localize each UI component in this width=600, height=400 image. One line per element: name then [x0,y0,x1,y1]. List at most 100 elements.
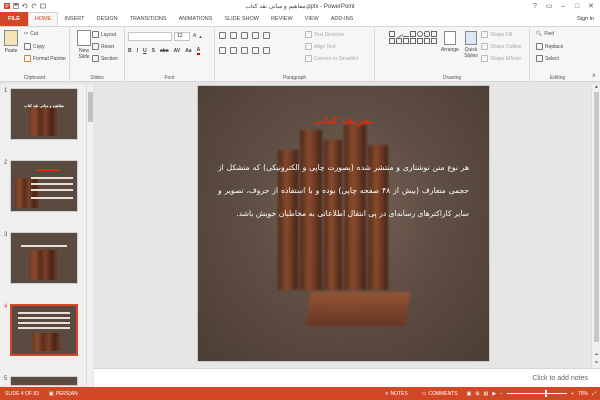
font-size-select[interactable]: 12 [174,32,190,41]
minimize-button[interactable]: – [556,0,570,12]
help-icon[interactable]: ? [528,0,542,12]
strikethrough-button[interactable]: abc [160,48,169,54]
thumbnail-slide-1[interactable]: مفاهیم و مبانی نقد کتاب [10,88,78,140]
line-spacing-icon[interactable] [263,32,270,39]
zoom-slider[interactable] [507,390,568,397]
shape-rounded-rect-icon[interactable] [424,31,430,37]
comments-toggle-button[interactable]: ▭ COMMENTS [417,391,463,397]
text-direction-button[interactable]: Text Direction [305,31,344,38]
tab-file[interactable]: FILE [0,12,28,26]
shape-arrow-icon[interactable] [389,38,395,44]
italic-button[interactable]: I [137,48,138,54]
find-button[interactable]: 🔍︎ Find [536,31,554,37]
shape-line-icon[interactable] [394,29,404,39]
reading-view-icon[interactable]: ▤ [484,391,489,397]
tab-slide-show[interactable]: SLIDE SHOW [218,12,265,26]
change-case-button[interactable]: Aa [185,48,191,54]
shape-outline-button[interactable]: Shape Outline [481,43,522,50]
shape-curve-icon[interactable] [424,38,430,44]
justify-icon[interactable] [252,47,259,54]
format-painter-button[interactable]: Format Painter [24,55,66,62]
align-center-icon[interactable] [230,47,237,54]
zoom-out-icon[interactable]: − [500,391,503,397]
reset-button[interactable]: Reset [92,43,114,50]
sign-in-link[interactable]: Sign in [577,12,600,26]
notes-toggle-button[interactable]: ≡ NOTES [381,391,413,397]
cut-button[interactable]: ✂ Cut [24,31,38,37]
layout-button[interactable]: Layout [92,31,116,38]
columns-icon[interactable] [263,47,270,54]
shape-effects-button[interactable]: Shape Effects [481,55,521,62]
tab-transitions[interactable]: TRANSITIONS [124,12,173,26]
shape-line2-icon[interactable] [403,31,409,37]
shape-brace-icon[interactable] [403,38,409,44]
align-right-icon[interactable] [241,47,248,54]
zoom-in-icon[interactable]: + [571,391,574,397]
tab-design[interactable]: DESIGN [91,12,124,26]
bullets-icon[interactable] [219,32,226,39]
font-color-button[interactable]: A [196,47,201,55]
thumbnail-slide-4[interactable] [10,304,78,356]
underline-button[interactable]: U [143,48,147,54]
shadow-button[interactable]: S [152,48,155,54]
shape-more-icon[interactable] [431,38,437,44]
comments-label: COMMENTS [428,390,458,397]
shape-oval-icon[interactable] [417,31,423,37]
shape-pentagon-icon[interactable] [396,38,402,44]
editor-scrollbar[interactable]: ▲ ⏶ ⏷ [591,84,600,368]
zoom-level[interactable]: 70% [578,391,588,397]
slide-body-text[interactable]: هر نوع متن نوشتاری و منتشر شده (بصورت چا… [218,156,469,225]
thumbnail-slide-5[interactable] [10,376,78,386]
shape-triangle-icon[interactable] [431,31,437,37]
shape-fill-button[interactable]: Shape Fill [481,31,512,38]
editor-scrollbar-thumb[interactable] [594,92,599,342]
shapes-gallery[interactable] [389,29,437,61]
align-text-button[interactable]: Align Text [305,43,336,50]
align-left-icon[interactable] [219,47,226,54]
shape-callout-icon[interactable] [417,38,423,44]
paste-button[interactable]: Paste [4,30,18,54]
zoom-slider-thumb[interactable] [545,390,548,397]
tab-add-ins[interactable]: ADD-INS [325,12,360,26]
prev-slide-icon[interactable]: ⏶ [592,352,600,360]
tab-view[interactable]: VIEW [299,12,325,26]
bold-button[interactable]: B [128,48,132,54]
increase-indent-icon[interactable] [252,32,259,39]
slideshow-view-icon[interactable]: ▶ [492,391,496,397]
copy-button[interactable]: Copy [24,43,45,50]
thumbnail-scrollbar[interactable] [86,84,93,386]
replace-button[interactable]: Replace [536,43,563,50]
shape-rect-icon[interactable] [410,31,416,37]
tab-insert[interactable]: INSERT [58,12,90,26]
quick-styles-button[interactable]: Quick Styles [461,31,481,59]
fit-to-window-icon[interactable]: ⤢ [592,391,596,397]
select-button[interactable]: Select [536,55,559,62]
current-slide[interactable]: تعریف کتاب هر نوع متن نوشتاری و منتشر شد… [197,85,490,362]
thumbnail-slide-2[interactable] [10,160,78,212]
slide-title[interactable]: تعریف کتاب [198,116,489,127]
tab-animations[interactable]: ANIMATIONS [173,12,219,26]
language-indicator[interactable]: ▣ PERSIAN [44,391,83,397]
arrange-button[interactable]: Arrange [441,31,459,53]
decrease-indent-icon[interactable] [241,32,248,39]
notes-pane[interactable]: Click to add notes [94,368,600,387]
next-slide-icon[interactable]: ⏷ [592,360,600,368]
close-button[interactable]: ✕ [584,0,598,12]
numbering-icon[interactable] [230,32,237,39]
scroll-up-icon[interactable]: ▲ [592,84,600,92]
char-spacing-button[interactable]: AV [174,48,181,54]
convert-smartart-button[interactable]: Convert to SmartArt [305,55,358,62]
font-name-select[interactable] [128,32,172,41]
section-button[interactable]: Section [92,55,118,62]
tab-home[interactable]: HOME [27,12,59,26]
grow-font-button[interactable]: A ▲ [193,33,202,39]
ribbon-display-icon[interactable]: ▭ [542,0,556,12]
normal-view-icon[interactable]: ▣ [467,391,472,397]
shape-star-icon[interactable] [410,38,416,44]
collapse-ribbon-icon[interactable]: ∧ [592,72,596,79]
maximize-button[interactable]: □ [570,0,584,12]
thumbnail-slide-3[interactable] [10,232,78,284]
scrollbar-thumb[interactable] [88,92,93,122]
tab-review[interactable]: REVIEW [265,12,299,26]
slide-sorter-icon[interactable]: ⊞ [475,391,479,397]
